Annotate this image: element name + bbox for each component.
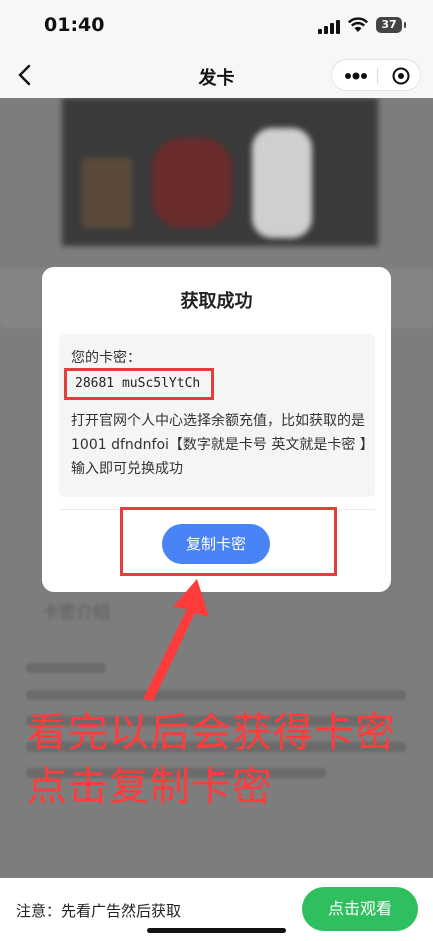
battery-icon: 37: [376, 17, 406, 33]
mini-program-capsule: [331, 59, 421, 91]
notice-text: 注意：先看广告然后获取: [16, 902, 182, 920]
wifi-icon: [347, 17, 369, 32]
success-dialog: 获取成功 您的卡密： 28681 muSc5lYtCh 打开官网个人中心选择余额…: [42, 267, 391, 592]
arrow-annotation-icon: [143, 579, 209, 701]
capsule-divider: [377, 68, 378, 84]
more-icon[interactable]: [344, 72, 368, 80]
status-time: 01:40: [44, 14, 105, 36]
card-label: 您的卡密：: [71, 350, 141, 366]
signal-icon: [318, 20, 340, 34]
card-code[interactable]: 28681 muSc5lYtCh: [75, 376, 200, 391]
dialog-title: 获取成功: [180, 291, 253, 312]
blurred-section-heading: 卡密介绍: [42, 603, 110, 623]
annotation-text: 看完以后会获得卡密 点击复制卡密: [27, 706, 396, 814]
home-indicator: [147, 928, 286, 933]
redeem-instructions: 打开官网个人中心选择余额充值，比如获取的是1001 dfndnfoi【数字就是卡…: [71, 413, 367, 477]
card-info-box: 您的卡密： 28681 muSc5lYtCh 打开官网个人中心选择余额充值，比如…: [59, 334, 375, 497]
blurred-cover-image: [62, 98, 378, 246]
annotation-line-1: 看完以后会获得卡密: [27, 710, 396, 756]
copy-code-button[interactable]: 复制卡密: [162, 524, 270, 564]
watch-ad-button[interactable]: 点击观看: [302, 887, 418, 931]
nav-bar: 发卡: [0, 52, 433, 98]
close-target-icon[interactable]: [392, 67, 410, 85]
annotation-line-2: 点击复制卡密: [27, 764, 273, 810]
status-bar: 01:40 37: [0, 0, 433, 52]
